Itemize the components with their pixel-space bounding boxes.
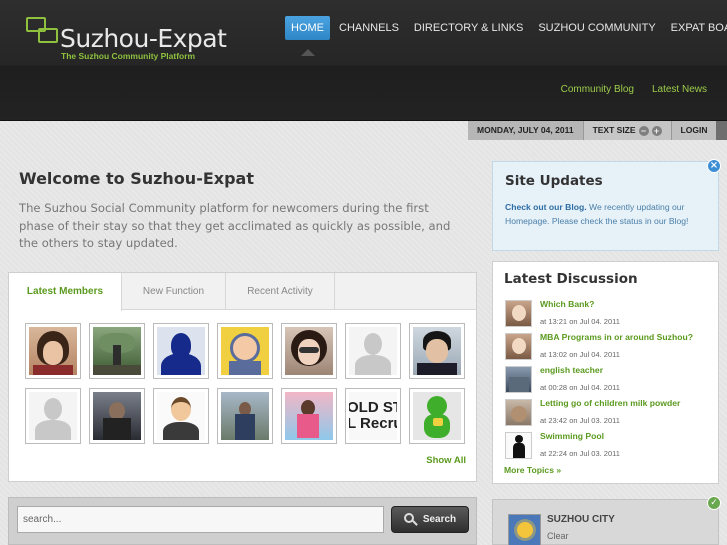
logo-tagline: The Suzhou Community Platform	[61, 51, 196, 61]
weather-city: SUZHOU CITY	[547, 514, 615, 525]
more-topics-link[interactable]: More Topics »	[504, 465, 561, 475]
tab-recent-activity[interactable]: Recent Activity	[226, 273, 335, 310]
discussion-thumbnail	[505, 300, 532, 327]
discussion-meta: at 13:02 on Jul 04. 2011	[540, 350, 620, 359]
close-icon[interactable]: ×	[707, 159, 721, 173]
discussion-meta: at 23:42 on Jul 03. 2011	[540, 416, 620, 425]
text-size-decrease-button[interactable]: −	[638, 125, 649, 136]
members-tabs: Latest Members New Function Recent Activ…	[9, 273, 476, 311]
search-input[interactable]	[17, 506, 384, 533]
current-date: MONDAY, JULY 04, 2011	[468, 121, 583, 140]
latest-discussion-title: Latest Discussion	[504, 271, 638, 287]
logo-icon	[26, 17, 60, 45]
subnav-community-blog[interactable]: Community Blog	[561, 84, 634, 95]
member-avatar[interactable]	[281, 323, 337, 379]
discussion-title[interactable]: english teacher	[540, 365, 603, 375]
search-button-label: Search	[422, 514, 457, 525]
member-avatar[interactable]	[153, 323, 209, 379]
checkmark-icon: ✓	[707, 496, 721, 510]
discussion-title[interactable]: Letting go of children milk powder	[540, 398, 680, 408]
logo-title: Suzhou-Expat	[60, 24, 227, 53]
discussion-item: Swimming Pool at 22:24 on Jul 03. 2011	[505, 431, 715, 461]
weather-panel: SUZHOU CITY Clear	[492, 499, 719, 545]
members-panel: Latest Members New Function Recent Activ…	[8, 272, 477, 482]
site-updates-title: Site Updates	[505, 173, 603, 189]
discussion-item: Which Bank? at 13:21 on Jul 04. 2011	[505, 299, 715, 329]
member-avatar[interactable]	[153, 388, 209, 444]
discussion-item: MBA Programs in or around Suzhou? at 13:…	[505, 332, 715, 362]
member-avatar[interactable]	[89, 323, 145, 379]
site-updates-panel: Site Updates Check out our Blog. We rece…	[492, 161, 719, 251]
discussion-title[interactable]: MBA Programs in or around Suzhou?	[540, 332, 693, 342]
site-logo[interactable]: Suzhou-Expat The Suzhou Community Platfo…	[24, 14, 254, 66]
utility-bar: MONDAY, JULY 04, 2011 TEXT SIZE − + LOGI…	[468, 121, 727, 140]
discussion-item: english teacher at 00:28 on Jul 04. 2011	[505, 365, 715, 395]
discussion-thumbnail	[505, 333, 532, 360]
member-avatar[interactable]	[409, 323, 465, 379]
discussion-title[interactable]: Swimming Pool	[540, 431, 604, 441]
text-size-increase-button[interactable]: +	[651, 125, 662, 136]
text-size-label: TEXT SIZE	[592, 125, 636, 135]
nav-item-channels[interactable]: CHANNELS	[333, 16, 405, 40]
discussion-meta: at 13:21 on Jul 04. 2011	[540, 317, 620, 326]
discussion-meta: at 22:24 on Jul 03. 2011	[540, 449, 620, 458]
site-header: Suzhou-Expat The Suzhou Community Platfo…	[0, 0, 727, 121]
nav-item-home[interactable]: HOME	[285, 16, 330, 40]
member-avatar[interactable]	[345, 323, 401, 379]
discussion-thumbnail	[505, 366, 532, 393]
welcome-text: The Suzhou Social Community platform for…	[19, 201, 451, 250]
nav-item-expat-board[interactable]: EXPAT BOARD	[665, 16, 727, 40]
discussion-title[interactable]: Which Bank?	[540, 299, 594, 309]
nav-item-suzhou-community[interactable]: SUZHOU COMMUNITY	[532, 16, 661, 40]
tab-latest-members[interactable]: Latest Members	[9, 273, 122, 311]
sub-nav: Community Blog Latest News	[561, 84, 707, 95]
discussion-item: Letting go of children milk powder at 23…	[505, 398, 715, 428]
discussion-thumbnail	[505, 432, 532, 459]
main-nav: HOME CHANNELS DIRECTORY & LINKS SUZHOU C…	[285, 16, 727, 40]
site-updates-text: Check out our Blog. We recently updating…	[505, 202, 689, 226]
member-avatar[interactable]	[25, 323, 81, 379]
search-bar: Search	[8, 497, 477, 545]
member-avatar[interactable]	[89, 388, 145, 444]
tab-new-function[interactable]: New Function	[122, 273, 226, 310]
member-avatar[interactable]	[217, 388, 273, 444]
subnav-latest-news[interactable]: Latest News	[652, 84, 707, 95]
weather-condition: Clear	[547, 531, 569, 541]
show-all-link[interactable]: Show All	[426, 455, 466, 466]
sun-icon	[508, 514, 541, 545]
member-avatar-text: OLD ST L Recruitm	[349, 399, 397, 432]
search-button[interactable]: Search	[391, 506, 469, 533]
page-title: Welcome to Suzhou-Expat	[19, 169, 254, 188]
member-avatar[interactable]: OLD ST L Recruitm	[345, 388, 401, 444]
member-avatar[interactable]	[25, 388, 81, 444]
latest-discussion-panel: Latest Discussion Which Bank? at 13:21 o…	[492, 261, 719, 484]
search-icon	[403, 513, 418, 526]
discussion-thumbnail	[505, 399, 532, 426]
login-button[interactable]: LOGIN	[670, 121, 717, 140]
member-avatar[interactable]	[217, 323, 273, 379]
nav-active-pointer	[301, 49, 315, 56]
nav-item-directory-links[interactable]: DIRECTORY & LINKS	[408, 16, 529, 40]
member-avatar[interactable]	[281, 388, 337, 444]
discussion-meta: at 00:28 on Jul 04. 2011	[540, 383, 620, 392]
blog-link[interactable]: Check out our Blog.	[505, 202, 587, 212]
text-size-control: TEXT SIZE − +	[582, 121, 671, 140]
member-avatar[interactable]	[409, 388, 465, 444]
